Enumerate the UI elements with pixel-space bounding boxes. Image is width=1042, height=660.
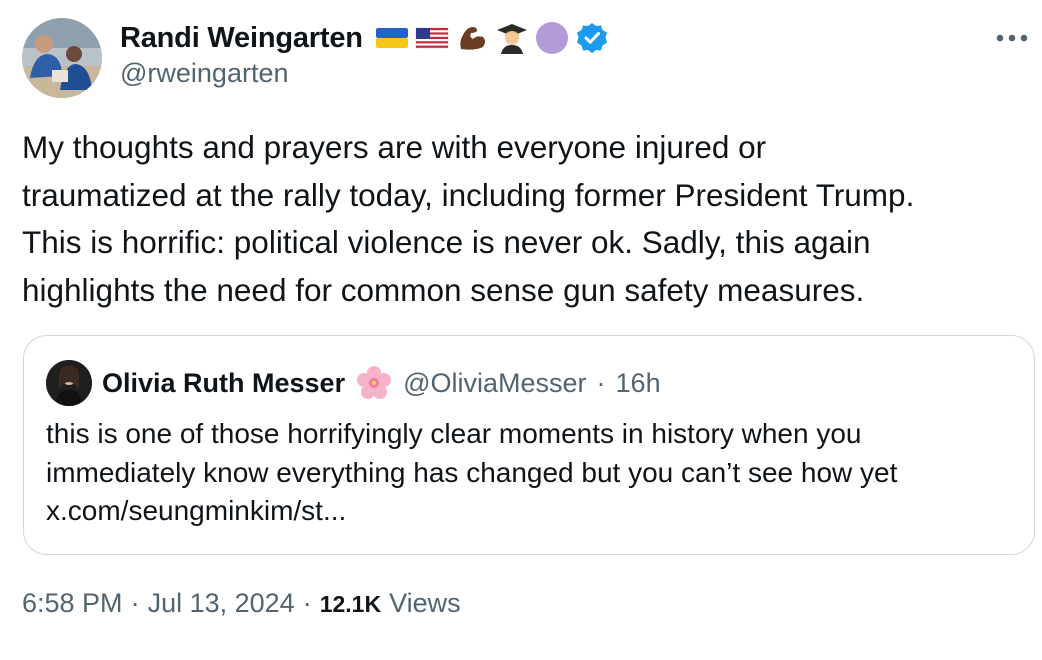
author-avatar[interactable]	[22, 18, 102, 98]
tweet-text: My thoughts and prayers are with everyon…	[22, 124, 1032, 314]
quoted-author-handle[interactable]: @OliviaMesser	[403, 368, 586, 399]
us-flag-icon	[415, 27, 449, 49]
tweet-metadata: 6:58 PM · Jul 13, 2024 · 12.1K Views	[22, 588, 461, 619]
views-count[interactable]: 12.1K	[320, 591, 381, 618]
quoted-link[interactable]: x.com/seungminkim/st...	[46, 492, 1026, 531]
quoted-author-name[interactable]: Olivia Ruth Messer	[102, 368, 345, 399]
tweet-text-line: My thoughts and prayers are with everyon…	[22, 129, 767, 165]
quoted-text-line: this is one of those horrifyingly clear …	[46, 418, 862, 449]
quoted-timestamp[interactable]: 16h	[616, 368, 661, 399]
separator-dot: ·	[130, 588, 140, 618]
tweet-text-line: traumatized at the rally today, includin…	[22, 176, 915, 213]
verified-badge-icon[interactable]	[575, 21, 609, 55]
tweet-card: Randi Weingarten @rweingarten My thought…	[0, 0, 1042, 660]
quoted-author-avatar[interactable]	[46, 360, 92, 406]
quoted-tweet[interactable]: Olivia Ruth Messer @OliviaMesser · 16h t…	[23, 335, 1035, 555]
tweet-time[interactable]: 6:58 PM	[22, 588, 123, 619]
tweet-date[interactable]: Jul 13, 2024	[148, 588, 295, 619]
quoted-tweet-text: this is one of those horrifyingly clear …	[46, 415, 1026, 531]
separator-dot: ·	[302, 588, 312, 618]
cherry-blossom-icon	[357, 366, 392, 399]
graduate-icon	[496, 24, 527, 54]
views-label: Views	[389, 588, 461, 618]
author-handle[interactable]: @rweingarten	[120, 58, 289, 89]
author-display-name[interactable]: Randi Weingarten	[120, 22, 363, 55]
purple-circle-icon	[535, 22, 568, 54]
tweet-text-line: This is horrific: political violence is …	[22, 224, 871, 260]
more-dots-icon	[996, 34, 1028, 42]
ukraine-flag-icon	[375, 28, 408, 48]
flexed-biceps-icon	[460, 27, 485, 50]
tweet-text-line: highlights the need for common sense gun…	[22, 271, 865, 308]
separator-dot: ·	[596, 367, 606, 398]
quoted-text-line: immediately know everything has changed …	[46, 456, 898, 488]
more-options-button[interactable]	[992, 18, 1032, 58]
